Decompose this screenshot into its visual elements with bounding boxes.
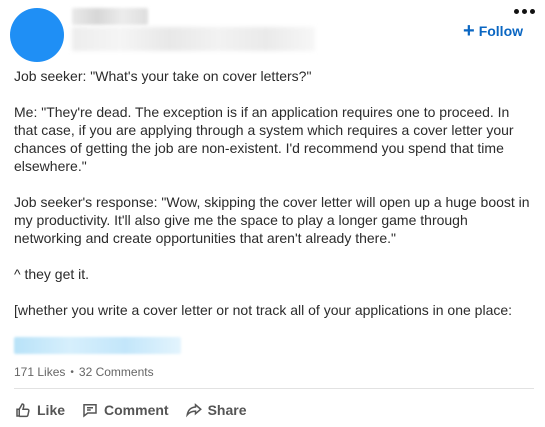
redacted-link[interactable]	[14, 337, 181, 354]
like-button[interactable]: Like	[14, 401, 65, 419]
more-options-icon[interactable]	[514, 9, 535, 14]
share-label: Share	[207, 402, 247, 418]
comment-icon	[83, 404, 97, 418]
follow-label: Follow	[478, 23, 524, 39]
author-name-redacted[interactable]	[72, 8, 148, 25]
post-paragraph: ^ they get it.	[14, 266, 90, 282]
feed-post: + Follow Job seeker: "What's your take o…	[0, 0, 545, 427]
author-headline-redacted	[72, 27, 315, 51]
comment-button[interactable]: Comment	[81, 401, 169, 419]
share-arrow-icon	[185, 403, 202, 418]
post-paragraph: Job seeker: "What's your take on cover l…	[14, 68, 312, 84]
divider	[14, 388, 534, 389]
follow-button[interactable]: + Follow	[463, 20, 524, 42]
thumbs-up-icon	[16, 403, 30, 418]
post-paragraph: [whether you write a cover letter or not…	[14, 302, 513, 318]
likes-count[interactable]: 171 Likes	[14, 365, 65, 379]
action-bar: Like Comment Share	[14, 401, 247, 419]
separator-dot: •	[70, 366, 74, 378]
post-body: Job seeker: "What's your take on cover l…	[14, 67, 534, 337]
comments-count[interactable]: 32 Comments	[79, 365, 154, 379]
post-paragraph: Job seeker's response: "Wow, skipping th…	[14, 194, 530, 246]
like-label: Like	[37, 402, 66, 418]
comment-label: Comment	[104, 402, 169, 418]
share-button[interactable]: Share	[185, 401, 247, 419]
post-paragraph: Me: "They're dead. The exception is if a…	[14, 104, 514, 174]
social-counts: 171 Likes • 32 Comments	[14, 365, 154, 379]
author-avatar[interactable]	[10, 8, 64, 62]
plus-icon: +	[463, 20, 475, 42]
